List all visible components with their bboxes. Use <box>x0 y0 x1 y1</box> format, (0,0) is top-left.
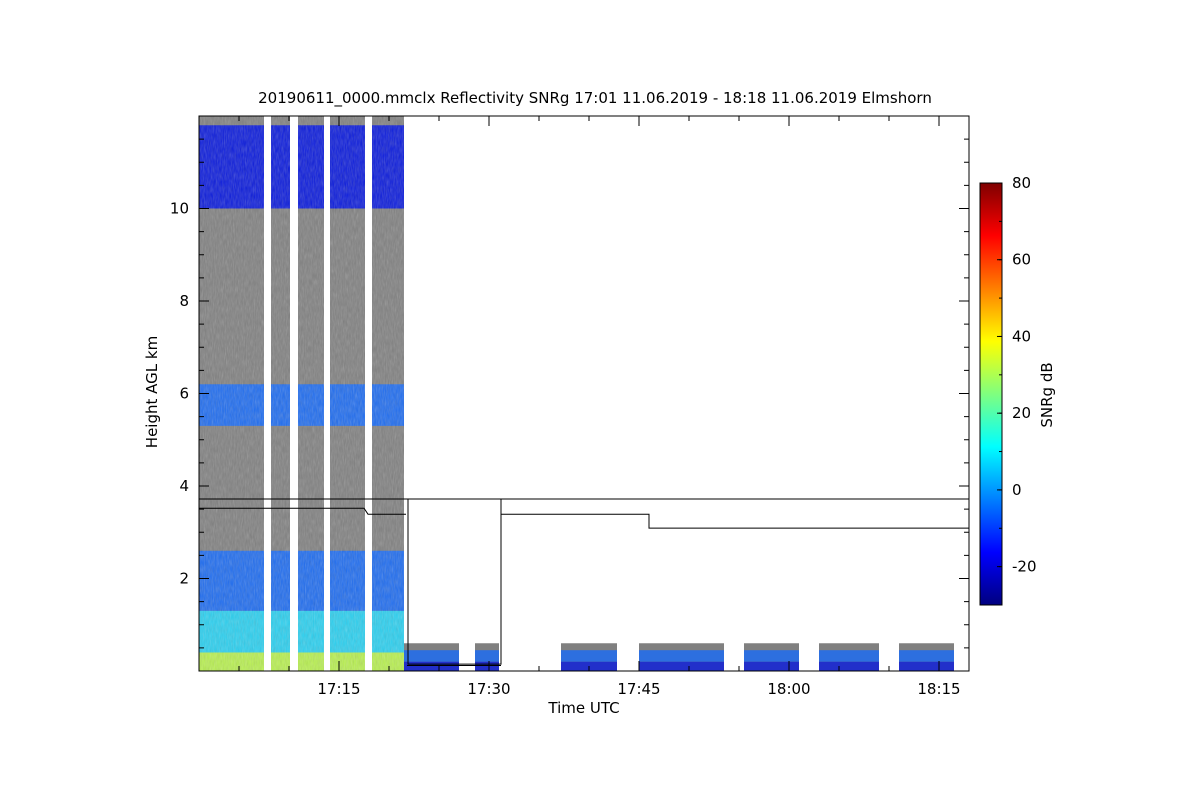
low-scan-echo <box>475 650 499 662</box>
low-scan-period-3 <box>639 643 724 671</box>
x-tick-label: 17:30 <box>467 680 510 698</box>
texture-overlay <box>372 116 404 671</box>
low-scan-period-5 <box>819 643 879 671</box>
x-axis-label: Time UTC <box>547 699 619 717</box>
radar-chart: 20190611_0000.mmclx Reflectivity SNRg 17… <box>143 89 1056 717</box>
colorbar-tick-label: 60 <box>1012 251 1031 269</box>
colorbar-tick-label: -20 <box>1012 558 1037 576</box>
low-scan-echo <box>561 650 617 662</box>
scan-period-3 <box>330 116 365 671</box>
texture-overlay <box>298 116 324 671</box>
x-tick-label: 17:15 <box>317 680 360 698</box>
low-scan-echo <box>404 650 459 662</box>
chart-title: 20190611_0000.mmclx Reflectivity SNRg 17… <box>258 89 932 108</box>
low-scan-echo <box>744 650 799 662</box>
low-scan-surface <box>819 661 879 671</box>
low-scan-period-6 <box>899 643 954 671</box>
low-scan-period-1 <box>475 643 499 671</box>
scan-period-1 <box>271 116 290 671</box>
low-scan-surface <box>899 661 954 671</box>
texture-overlay <box>330 116 365 671</box>
scan-period-2 <box>298 116 324 671</box>
colorbar-tick-label: 20 <box>1012 404 1031 422</box>
low-scan-surface <box>744 661 799 671</box>
y-tick-label: 4 <box>179 477 189 495</box>
y-tick-label: 2 <box>179 570 189 588</box>
scan-period-4 <box>372 116 404 671</box>
colorbar-tick-label: 80 <box>1012 174 1031 192</box>
colorbar-tick-label: 0 <box>1012 481 1022 499</box>
x-tick-label: 18:15 <box>917 680 960 698</box>
y-tick-label: 8 <box>179 292 189 310</box>
colorbar-gradient <box>979 182 1003 606</box>
texture-overlay <box>271 116 290 671</box>
x-tick-label: 17:45 <box>617 680 660 698</box>
line-lower-right <box>501 513 969 529</box>
colorbar: -20 0 20 40 60 80 <box>979 174 1037 606</box>
low-scan-period-4 <box>744 643 799 671</box>
low-scan-surface <box>404 661 459 671</box>
low-scan-echo <box>639 650 724 662</box>
low-scan-surface <box>639 661 724 671</box>
y-tick-label: 10 <box>170 200 189 218</box>
plot-area <box>199 116 969 671</box>
low-scan-surface <box>475 661 499 671</box>
y-tick-label: 6 <box>179 385 189 403</box>
y-axis-label: Height AGL km <box>143 336 161 448</box>
x-tick-label: 18:00 <box>767 680 810 698</box>
colorbar-tick-label: 40 <box>1012 327 1031 345</box>
colorbar-label: SNRg dB <box>1038 362 1056 427</box>
low-scan-echo <box>899 650 954 662</box>
low-scan-period-0 <box>404 643 459 671</box>
low-scan-echo <box>819 650 879 662</box>
